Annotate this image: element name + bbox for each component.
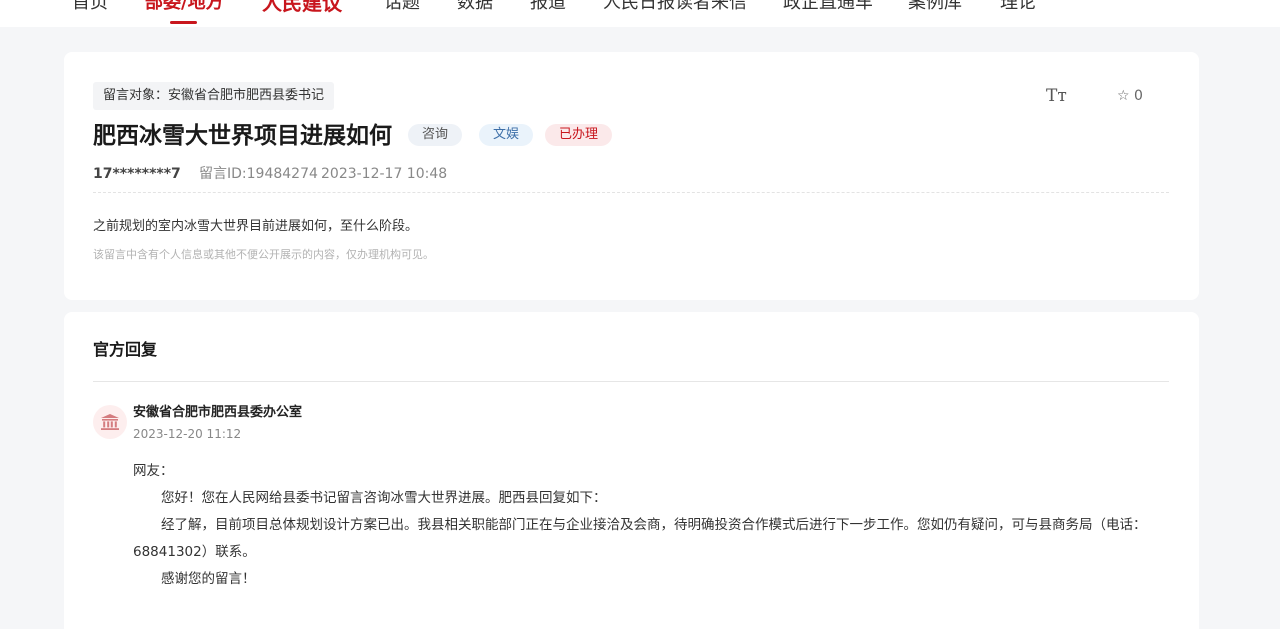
nav-item-people-suggestions[interactable]: 人民建议 — [262, 0, 342, 18]
message-time: 2023-12-17 10:48 — [321, 166, 448, 182]
reply-card: 官方回复 安徽省合肥市肥西县委办公室 2023-12-20 11:12 网友： … — [64, 312, 1199, 629]
reply-salutation: 网友： — [133, 463, 174, 479]
reply-org-name: 安徽省合肥市肥西县委办公室 — [133, 405, 303, 420]
divider — [93, 192, 1169, 193]
nav-active-indicator — [170, 21, 197, 24]
top-navigation: 首页 部委/地方 人民建议 话题 数据 报道 人民日报读者来信 政企直通车 案例… — [0, 0, 1280, 27]
message-id: 留言ID:19484274 — [199, 166, 318, 182]
reply-paragraph: 经了解，目前项目总体规划设计方案已出。我县相关职能部门正在与企业接洽及会商，待明… — [133, 517, 1147, 560]
favorite-count: 0 — [1134, 88, 1143, 104]
privacy-note: 该留言中含有个人信息或其他不便公开展示的内容，仅办理机构可见。 — [93, 248, 434, 261]
reply-paragraph: 您好！您在人民网给县委书记留言咨询冰雪大世界进展。肥西县回复如下： — [161, 490, 607, 506]
message-title: 肥西冰雪大世界项目进展如何 — [93, 123, 392, 149]
status-badge: 已办理 — [545, 124, 613, 146]
nav-item-theory[interactable]: 理论 — [1000, 0, 1036, 18]
reply-heading: 官方回复 — [93, 340, 158, 359]
star-icon: ☆ — [1117, 88, 1130, 104]
nav-item-reports[interactable]: 报道 — [530, 0, 566, 18]
nav-item-case-library[interactable]: 案例库 — [908, 0, 962, 18]
nav-item-enterprise-express[interactable]: 政企直通车 — [783, 0, 873, 18]
favorite-button[interactable]: ☆ 0 — [1117, 88, 1143, 104]
reply-paragraph: 感谢您的留言！ — [161, 571, 256, 587]
reply-time: 2023-12-20 11:12 — [133, 427, 242, 441]
message-content: 之前规划的室内冰雪大世界目前进展如何，至什么阶段。 — [93, 219, 419, 234]
badge-domain: 文娱 — [479, 124, 534, 146]
nav-item-topics[interactable]: 话题 — [384, 0, 420, 18]
nav-item-data[interactable]: 数据 — [457, 0, 493, 18]
message-card: 留言对象：安徽省合肥市肥西县委书记 Tт ☆ 0 肥西冰雪大世界项目进展如何 咨… — [64, 52, 1199, 300]
reply-body: 网友： 您好！您在人民网给县委书记留言咨询冰雪大世界进展。肥西县回复如下： 经了… — [133, 458, 1173, 593]
message-user: 17********7 — [93, 166, 181, 182]
message-target-tag: 留言对象：安徽省合肥市肥西县委书记 — [93, 82, 335, 110]
font-size-icon[interactable]: Tт — [1046, 86, 1067, 106]
nav-item-ministries[interactable]: 部委/地方 — [145, 0, 224, 18]
nav-item-reader-letters[interactable]: 人民日报读者来信 — [603, 0, 747, 18]
divider — [93, 381, 1169, 382]
government-building-icon — [101, 414, 119, 430]
badge-type: 咨询 — [408, 124, 463, 146]
avatar — [93, 405, 127, 439]
nav-item-home[interactable]: 首页 — [72, 0, 108, 18]
